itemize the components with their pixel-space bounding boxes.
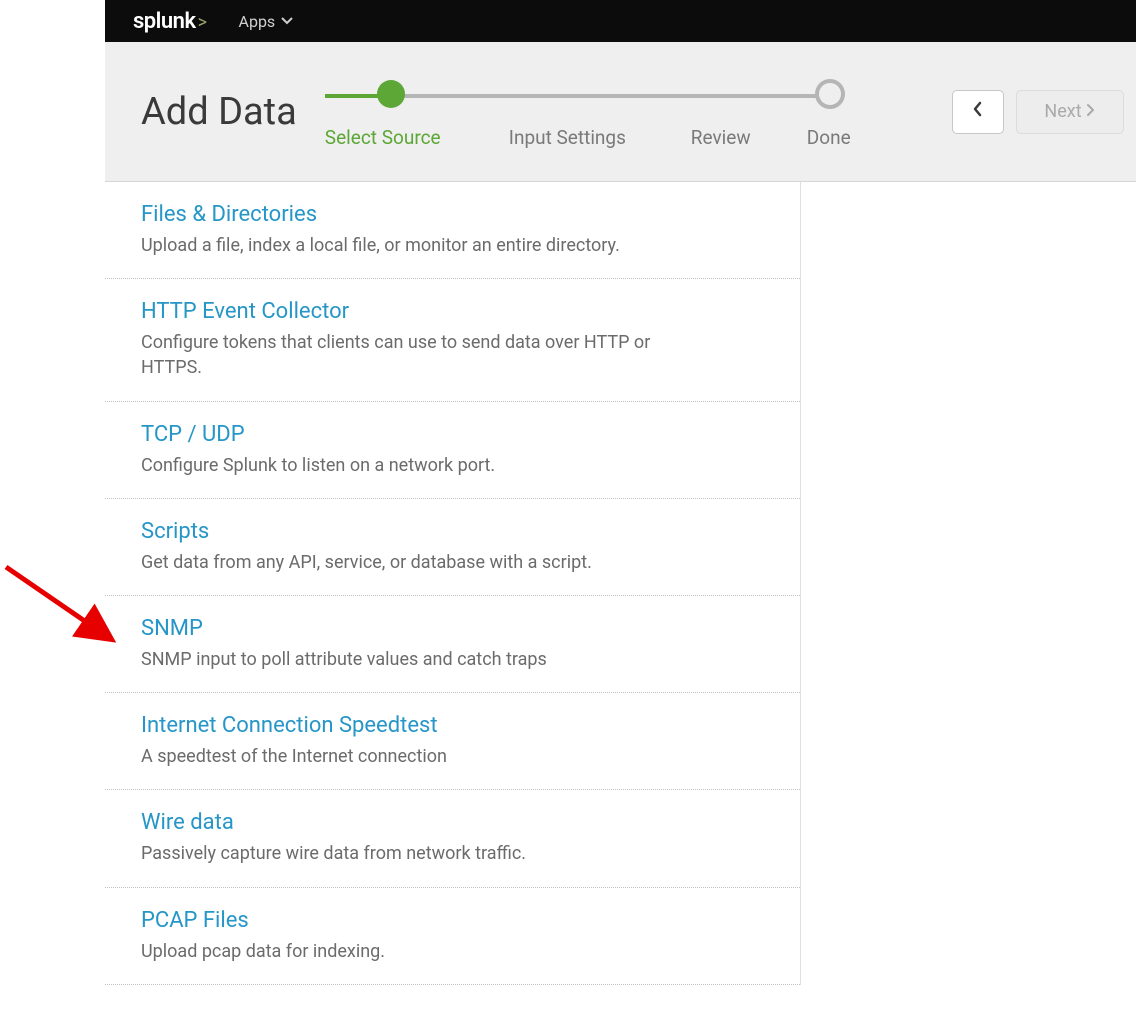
source-item-scripts[interactable]: Scripts Get data from any API, service, … — [105, 499, 800, 596]
source-desc: Get data from any API, service, or datab… — [141, 550, 701, 575]
step-dot-select-source — [377, 80, 405, 108]
step-label-done: Done — [807, 126, 851, 149]
source-title: HTTP Event Collector — [141, 299, 764, 324]
back-button[interactable] — [952, 90, 1004, 134]
apps-menu-label: Apps — [239, 12, 276, 31]
header-section: Add Data Select Source Input Settings Re… — [105, 42, 1136, 182]
source-item-tcp-udp[interactable]: TCP / UDP Configure Splunk to listen on … — [105, 402, 800, 499]
source-item-files-directories[interactable]: Files & Directories Upload a file, index… — [105, 182, 800, 279]
source-item-pcap-files[interactable]: PCAP Files Upload pcap data for indexing… — [105, 888, 800, 985]
source-desc: Passively capture wire data from network… — [141, 841, 701, 866]
splunk-logo: splunk > — [133, 9, 207, 34]
chevron-right-icon — [1086, 103, 1096, 121]
source-item-http-event-collector[interactable]: HTTP Event Collector Configure tokens th… — [105, 279, 800, 401]
page-title: Add Data — [141, 90, 297, 134]
top-nav-bar: splunk > Apps — [105, 0, 1136, 42]
nav-buttons: Next — [952, 90, 1124, 134]
source-list: Files & Directories Upload a file, index… — [105, 182, 801, 985]
chevron-left-icon — [972, 101, 984, 122]
next-button-label: Next — [1044, 101, 1081, 122]
step-label-review: Review — [691, 126, 751, 149]
next-button[interactable]: Next — [1016, 90, 1124, 134]
apps-menu[interactable]: Apps — [239, 12, 294, 31]
source-desc: Upload pcap data for indexing. — [141, 939, 701, 964]
source-title: SNMP — [141, 616, 764, 641]
source-title: Wire data — [141, 810, 764, 835]
step-label-input-settings: Input Settings — [509, 126, 626, 149]
source-desc: A speedtest of the Internet connection — [141, 744, 701, 769]
source-title: TCP / UDP — [141, 422, 764, 447]
source-title: PCAP Files — [141, 908, 764, 933]
source-desc: Configure tokens that clients can use to… — [141, 330, 701, 380]
logo-chevron-icon: > — [198, 12, 207, 33]
step-dot-done — [815, 79, 845, 109]
wizard-stepper: Select Source Input Settings Review Done… — [325, 42, 1124, 181]
source-title: Files & Directories — [141, 202, 764, 227]
chevron-down-icon — [281, 14, 293, 28]
step-track — [333, 94, 828, 98]
source-item-internet-speedtest[interactable]: Internet Connection Speedtest A speedtes… — [105, 693, 800, 790]
source-desc: Upload a file, index a local file, or mo… — [141, 233, 701, 258]
logo-text: splunk — [133, 9, 196, 34]
source-title: Scripts — [141, 519, 764, 544]
source-desc: SNMP input to poll attribute values and … — [141, 647, 701, 672]
source-title: Internet Connection Speedtest — [141, 713, 764, 738]
source-item-wire-data[interactable]: Wire data Passively capture wire data fr… — [105, 790, 800, 887]
source-item-snmp[interactable]: SNMP SNMP input to poll attribute values… — [105, 596, 800, 693]
source-desc: Configure Splunk to listen on a network … — [141, 453, 701, 478]
step-label-select-source[interactable]: Select Source — [325, 126, 441, 149]
